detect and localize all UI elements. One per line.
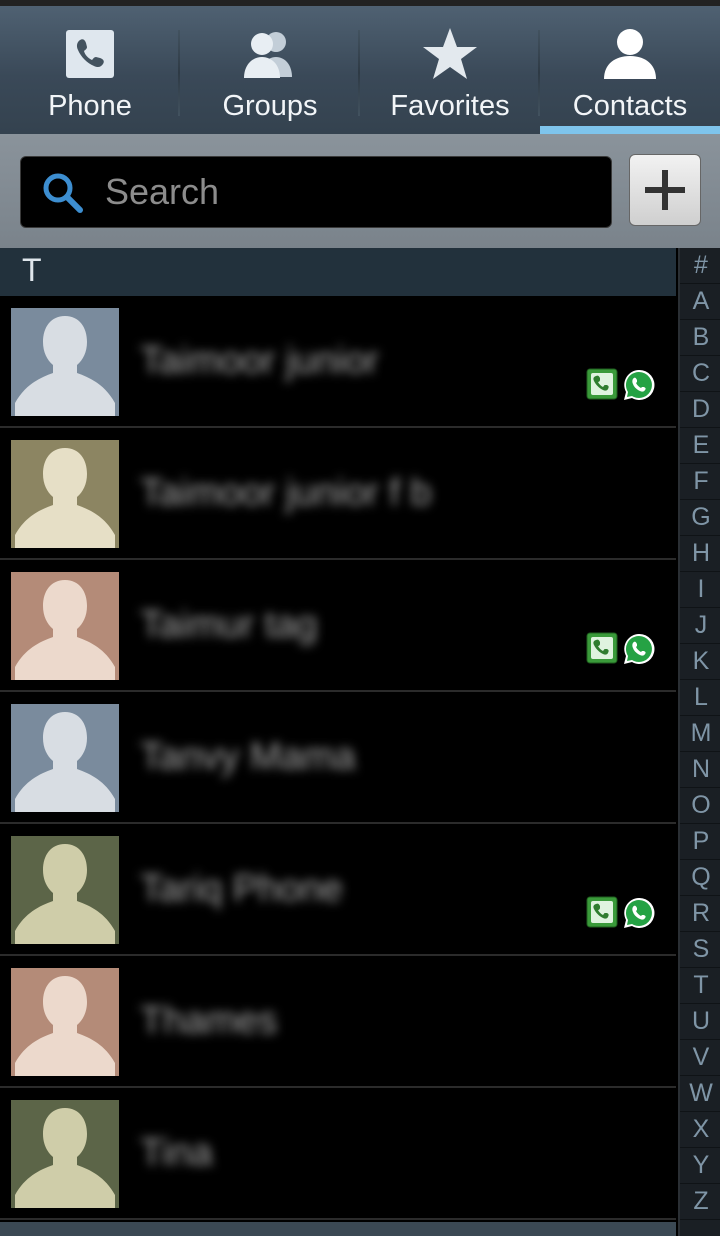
- alphabet-letter[interactable]: Q: [680, 860, 720, 896]
- avatar: [11, 572, 119, 680]
- avatar: [11, 704, 119, 812]
- alphabet-letter[interactable]: #: [680, 248, 720, 284]
- alphabet-letter[interactable]: M: [680, 716, 720, 752]
- contact-name: Taimoor junior: [140, 340, 379, 382]
- section-letter: T: [22, 252, 42, 288]
- alphabet-letter[interactable]: I: [680, 572, 720, 608]
- tab-phone[interactable]: Phone: [0, 6, 180, 134]
- contact-list: Taimoor junior Taimoor junior f b Taimur t…: [0, 296, 676, 1220]
- avatar: [11, 308, 119, 416]
- section-header: T: [0, 248, 676, 296]
- alphabet-letter[interactable]: R: [680, 896, 720, 932]
- alphabet-letter[interactable]: F: [680, 464, 720, 500]
- search-bar: [0, 134, 720, 248]
- contact-badges: [586, 896, 656, 930]
- alphabet-letter[interactable]: S: [680, 932, 720, 968]
- alphabet-letter[interactable]: L: [680, 680, 720, 716]
- add-contact-button[interactable]: [629, 154, 701, 226]
- alphabet-letter[interactable]: V: [680, 1040, 720, 1076]
- contact-name: Taimoor junior f b: [140, 472, 432, 514]
- person-silhouette-icon: [15, 976, 115, 1076]
- phone-badge-icon: [586, 896, 618, 928]
- contact-name: Tariq Phone: [140, 868, 343, 910]
- whatsapp-icon: [624, 369, 655, 400]
- contact-name: Tanvy Mama: [140, 736, 356, 778]
- avatar: [11, 1100, 119, 1208]
- alphabet-letter[interactable]: N: [680, 752, 720, 788]
- tab-label: Contacts: [572, 90, 688, 122]
- alphabet-letter[interactable]: Z: [680, 1184, 720, 1220]
- tab-favorites[interactable]: Favorites: [360, 6, 540, 134]
- alphabet-letter[interactable]: A: [680, 284, 720, 320]
- person-silhouette-icon: [15, 580, 115, 680]
- tab-groups[interactable]: Groups: [180, 6, 360, 134]
- list-footer: [0, 1222, 676, 1236]
- avatar: [11, 968, 119, 1076]
- avatar: [11, 836, 119, 944]
- alphabet-letter[interactable]: Y: [680, 1148, 720, 1184]
- alphabet-letter[interactable]: B: [680, 320, 720, 356]
- whatsapp-icon: [624, 633, 655, 664]
- groups-icon: [238, 22, 302, 86]
- whatsapp-icon: [624, 897, 655, 928]
- star-icon: [418, 22, 482, 86]
- contact-row[interactable]: Tariq Phone: [0, 824, 676, 956]
- search-field[interactable]: [20, 156, 612, 228]
- phone-badge-icon: [586, 368, 618, 400]
- contact-row[interactable]: Tina: [0, 1088, 676, 1220]
- contact-name: Thames: [140, 1000, 278, 1042]
- alphabet-letter[interactable]: C: [680, 356, 720, 392]
- alphabet-letter[interactable]: H: [680, 536, 720, 572]
- person-silhouette-icon: [15, 316, 115, 416]
- search-icon: [43, 173, 83, 213]
- contact-icon: [598, 22, 662, 86]
- avatar: [11, 440, 119, 548]
- contact-badges: [586, 368, 656, 402]
- alphabet-index[interactable]: # A B C D E F G H I J K L M N O P Q R S T U V W X Y Z: [678, 248, 720, 1236]
- contact-badges: [586, 632, 656, 666]
- phone-icon: [58, 22, 122, 86]
- person-silhouette-icon: [15, 448, 115, 548]
- alphabet-letter[interactable]: X: [680, 1112, 720, 1148]
- contact-name: Taimur tag: [140, 604, 318, 646]
- alphabet-letter[interactable]: E: [680, 428, 720, 464]
- phone-badge-icon: [586, 632, 618, 664]
- alphabet-letter[interactable]: P: [680, 824, 720, 860]
- person-silhouette-icon: [15, 1108, 115, 1208]
- alphabet-letter[interactable]: U: [680, 1004, 720, 1040]
- contact-row[interactable]: Taimur tag: [0, 560, 676, 692]
- alphabet-letter[interactable]: J: [680, 608, 720, 644]
- alphabet-letter[interactable]: O: [680, 788, 720, 824]
- plus-icon: [645, 170, 685, 210]
- alphabet-letter[interactable]: D: [680, 392, 720, 428]
- active-tab-indicator: [540, 126, 720, 134]
- person-silhouette-icon: [15, 844, 115, 944]
- contact-row[interactable]: Thames: [0, 956, 676, 1088]
- alphabet-letter[interactable]: T: [680, 968, 720, 1004]
- alphabet-letter[interactable]: G: [680, 500, 720, 536]
- tab-contacts[interactable]: Contacts: [540, 6, 720, 134]
- contact-row[interactable]: Taimoor junior: [0, 296, 676, 428]
- tab-label: Groups: [222, 90, 318, 122]
- contact-row[interactable]: Taimoor junior f b: [0, 428, 676, 560]
- tab-label: Phone: [48, 90, 132, 122]
- alphabet-letter[interactable]: W: [680, 1076, 720, 1112]
- alphabet-letter[interactable]: K: [680, 644, 720, 680]
- person-silhouette-icon: [15, 712, 115, 812]
- tab-label: Favorites: [390, 90, 510, 122]
- tab-bar: Phone Groups Favorites Contacts: [0, 6, 720, 134]
- search-input[interactable]: [103, 167, 587, 217]
- contact-name: Tina: [140, 1132, 213, 1174]
- contact-row[interactable]: Tanvy Mama: [0, 692, 676, 824]
